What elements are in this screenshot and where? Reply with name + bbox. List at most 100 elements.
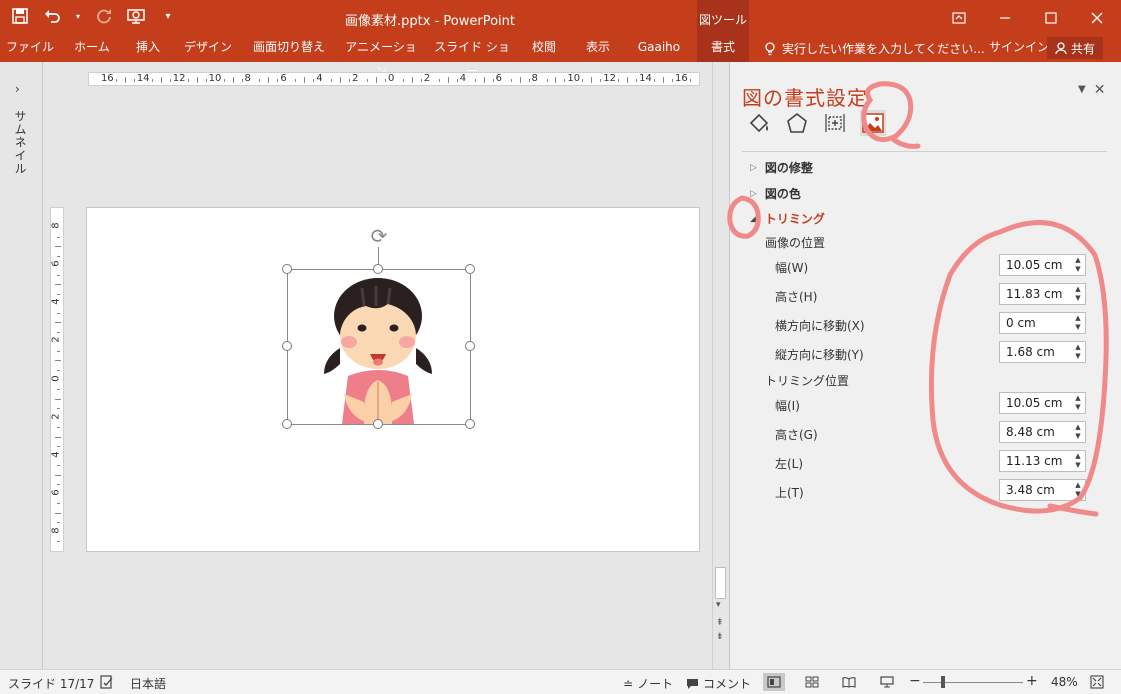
spinner-arrows-icon[interactable]: ▲ ▼: [1073, 452, 1083, 470]
ruler-label: 6: [50, 260, 62, 267]
picture-selection-frame[interactable]: [287, 269, 471, 425]
share-button[interactable]: 共有: [1047, 37, 1103, 59]
slide-sorter-icon[interactable]: [801, 673, 823, 691]
ruler-tick: [313, 79, 315, 82]
expand-thumbnails-icon[interactable]: ›: [15, 82, 20, 96]
spinner-arrows-icon[interactable]: ▲ ▼: [1073, 285, 1083, 303]
zoom-out-icon[interactable]: −: [909, 673, 921, 689]
effects-pentagon-icon[interactable]: [784, 110, 810, 136]
crop-position-heading: トリミング位置: [765, 374, 850, 388]
slide-counter[interactable]: スライド 17/17: [8, 675, 94, 692]
pane-options-icon[interactable]: ▼: [1078, 82, 1086, 98]
close-icon[interactable]: [1074, 0, 1119, 35]
ruler-tick: [618, 79, 620, 82]
language-indicator[interactable]: 日本語: [130, 675, 166, 692]
scroll-down-icon[interactable]: ▾: [716, 600, 721, 610]
tab-slideshow[interactable]: スライド ショー: [432, 35, 512, 78]
resize-handle-right[interactable]: [465, 341, 475, 351]
scroll-thumb[interactable]: [715, 567, 726, 599]
status-bar: スライド 17/17 日本語 ≐ ノート コメント − + 48%: [0, 669, 1121, 694]
zoom-level[interactable]: 48%: [1051, 675, 1078, 689]
tab-transitions[interactable]: 画面切り替え: [248, 35, 330, 62]
rotate-handle-icon[interactable]: ⟳: [368, 225, 390, 247]
reading-view-icon[interactable]: [838, 673, 860, 691]
crop-width-input[interactable]: 10.05 cm ▲ ▼: [999, 392, 1086, 414]
ruler-label: 8: [531, 73, 538, 84]
ruler-tick: [295, 79, 297, 82]
spinner-arrows-icon[interactable]: ▲ ▼: [1073, 256, 1083, 274]
ruler-tick: [600, 79, 602, 82]
slideshow-view-icon[interactable]: [876, 673, 898, 691]
tab-design[interactable]: デザイン: [178, 35, 238, 62]
next-slide-icon[interactable]: ⇟: [716, 632, 724, 642]
resize-handle-bottom-right[interactable]: [465, 419, 475, 429]
crop-width-label: 幅(I): [775, 399, 800, 413]
ruler-tick: [57, 541, 60, 543]
tab-home[interactable]: ホーム: [66, 35, 118, 62]
ruler-tick: [483, 77, 485, 83]
zoom-slider-thumb[interactable]: [941, 676, 945, 688]
resize-handle-top[interactable]: [373, 264, 383, 274]
picture-icon[interactable]: [860, 110, 886, 136]
minimize-icon[interactable]: [982, 0, 1027, 35]
ruler-tick: [57, 503, 60, 505]
tab-animations[interactable]: アニメーション: [340, 35, 422, 78]
ruler-tick: [55, 360, 61, 362]
maximize-icon[interactable]: [1028, 0, 1073, 35]
notes-button[interactable]: ≐ ノート: [623, 675, 673, 692]
size-properties-icon[interactable]: [822, 110, 848, 136]
offset-y-input[interactable]: 1.68 cm ▲ ▼: [999, 341, 1086, 363]
ruler-tick: [57, 331, 60, 333]
section-crop[interactable]: ◢ トリミング: [750, 210, 825, 227]
spinner-arrows-icon[interactable]: ▲ ▼: [1073, 343, 1083, 361]
normal-view-icon[interactable]: [763, 673, 785, 691]
ruler-label: 0: [388, 73, 395, 84]
tab-format[interactable]: 書式: [697, 35, 749, 62]
resize-handle-top-left[interactable]: [282, 264, 292, 274]
ruler-tick: [55, 398, 61, 400]
spinner-arrows-icon[interactable]: ▲ ▼: [1073, 394, 1083, 412]
ruler-tick: [57, 408, 60, 410]
resize-handle-top-right[interactable]: [465, 264, 475, 274]
fill-line-icon[interactable]: [746, 110, 772, 136]
tab-review[interactable]: 校閲: [522, 35, 566, 62]
pic-height-input[interactable]: 11.83 cm ▲ ▼: [999, 283, 1086, 305]
ruler-tick: [57, 312, 60, 314]
spinner-arrows-icon[interactable]: ▲ ▼: [1073, 481, 1083, 499]
fit-slide-icon[interactable]: [1090, 675, 1104, 689]
pic-width-input[interactable]: 10.05 cm ▲ ▼: [999, 254, 1086, 276]
crop-height-input[interactable]: 8.48 cm ▲ ▼: [999, 421, 1086, 443]
resize-handle-left[interactable]: [282, 341, 292, 351]
vertical-ruler: 8 6 4 2 0 2 4 6 8: [50, 207, 64, 552]
tab-view[interactable]: 表示: [576, 35, 620, 62]
spinner-arrows-icon[interactable]: ▲ ▼: [1073, 423, 1083, 441]
comments-button[interactable]: コメント: [686, 675, 751, 692]
tell-me-box[interactable]: 実行したい作業を入力してください...: [764, 35, 985, 62]
resize-handle-bottom[interactable]: [373, 419, 383, 429]
tab-gaaiho[interactable]: Gaaiho: [630, 35, 688, 62]
ribbon-display-icon[interactable]: [936, 0, 981, 35]
resize-handle-bottom-left[interactable]: [282, 419, 292, 429]
crop-left-input[interactable]: 11.13 cm ▲ ▼: [999, 450, 1086, 472]
collapsed-triangle-icon: ▷: [750, 188, 757, 199]
thumbnails-label[interactable]: サムネイル: [12, 110, 29, 175]
crop-top-input[interactable]: 3.48 cm ▲ ▼: [999, 479, 1086, 501]
slide-scrollbar[interactable]: ▾ ⇞ ⇟: [712, 62, 727, 669]
tab-file[interactable]: ファイル: [4, 35, 56, 62]
zoom-slider-track[interactable]: [923, 682, 1023, 683]
spellcheck-icon[interactable]: [100, 675, 114, 689]
spinner-arrows-icon[interactable]: ▲ ▼: [1073, 314, 1083, 332]
ruler-tick: [519, 77, 521, 83]
picture-position-heading: 画像の位置: [765, 236, 826, 250]
section-picture-color[interactable]: ▷ 図の色: [750, 185, 801, 202]
ruler-tick: [55, 512, 61, 514]
zoom-in-icon[interactable]: +: [1026, 673, 1038, 689]
tab-insert[interactable]: 挿入: [126, 35, 170, 62]
previous-slide-icon[interactable]: ⇞: [716, 618, 724, 628]
ruler-label: 10: [208, 73, 222, 84]
share-label: 共有: [1070, 41, 1095, 56]
section-picture-corrections[interactable]: ▷ 図の修整: [750, 159, 813, 176]
pane-close-icon[interactable]: ✕: [1094, 82, 1106, 98]
offset-x-input[interactable]: 0 cm ▲ ▼: [999, 312, 1086, 334]
sign-in-link[interactable]: サインイン: [989, 35, 1049, 62]
